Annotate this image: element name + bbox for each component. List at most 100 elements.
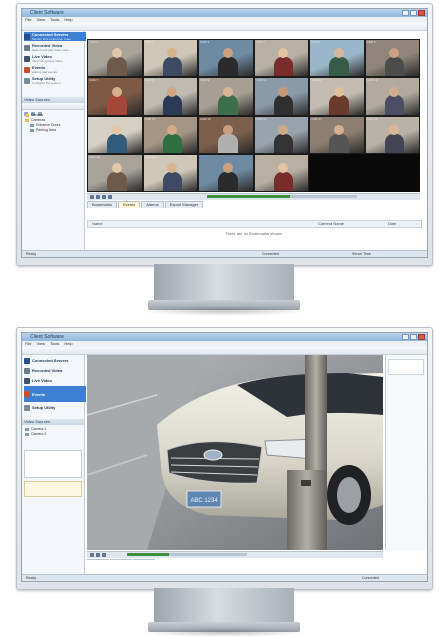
stop-icon[interactable] xyxy=(102,553,106,557)
sidebar-item-setup[interactable]: Setup Utility Configure the system xyxy=(24,76,86,85)
step-icon[interactable] xyxy=(108,195,112,199)
camera-tile[interactable]: CAM 20 xyxy=(142,153,198,192)
camera-tile[interactable]: CAM 2 xyxy=(142,39,198,78)
sidebar-item-connected-servers[interactable]: Connected Servers xyxy=(24,356,86,365)
camera-tile[interactable]: CAM 13 xyxy=(87,115,143,154)
pause-icon[interactable] xyxy=(96,553,100,557)
camera-tile[interactable]: CAM 10 xyxy=(253,77,309,116)
column-header[interactable]: Name xyxy=(92,221,103,227)
tree-item[interactable]: Camera 2 xyxy=(22,432,84,437)
maximize-button[interactable] xyxy=(410,334,417,340)
person-figure xyxy=(162,133,183,153)
camera-label: CAM 3 xyxy=(200,40,210,44)
person-figure xyxy=(107,171,127,191)
pause-icon[interactable] xyxy=(96,195,100,199)
sidebar-item-recorded-video[interactable]: Recorded Video xyxy=(24,366,86,375)
sidebar-item-events[interactable]: Events Alarms and events xyxy=(24,65,86,74)
person-head xyxy=(167,86,178,97)
close-button[interactable] xyxy=(418,10,425,16)
tab-alarms[interactable]: Alarms xyxy=(141,201,164,208)
person-figure xyxy=(162,95,183,115)
tab-export-manager[interactable]: Export Manager xyxy=(164,201,204,208)
status-right: Server Time xyxy=(352,252,371,256)
sidebar: Connected Servers Recorded Video Live Vi… xyxy=(22,355,86,575)
sidebar-item-label: Recorded Video xyxy=(32,368,63,373)
person-head xyxy=(222,163,233,174)
person-figure xyxy=(162,171,183,191)
play-icon[interactable] xyxy=(90,195,94,199)
video-view[interactable]: ABC 1234 xyxy=(87,355,383,550)
camera-tile[interactable]: CAM 15 xyxy=(198,115,254,154)
camera-tile[interactable]: CAM 4 xyxy=(253,39,309,78)
sidebar-item-events[interactable]: Events xyxy=(24,386,86,402)
sidebar-item-live-video[interactable]: Live Video View live camera video xyxy=(24,54,86,63)
top-monitor-neck xyxy=(154,264,294,302)
camera-tile[interactable]: CAM 17 xyxy=(309,115,365,154)
sidebar-item-recorded-video[interactable]: Recorded Video Search and play back video xyxy=(24,43,86,52)
camera-icon xyxy=(24,55,30,62)
camera-tile[interactable] xyxy=(253,153,309,192)
stop-icon[interactable] xyxy=(102,195,106,199)
camera-tile[interactable]: CAM 11 xyxy=(309,77,365,116)
playback-progress[interactable] xyxy=(127,553,247,556)
camera-tile[interactable]: CAM 3 xyxy=(198,39,254,78)
camera-icon xyxy=(25,427,29,431)
tab-c[interactable] xyxy=(133,559,155,560)
camera-tile[interactable]: CAM 16 xyxy=(253,115,309,154)
server-icon xyxy=(24,357,30,364)
server-icon xyxy=(24,33,30,40)
camera-tile[interactable]: CAM 19 xyxy=(87,153,143,192)
camera-tile[interactable] xyxy=(198,153,254,192)
camera-label: CAM 10 xyxy=(255,78,267,83)
sidebar-item-setup[interactable]: Setup Utility xyxy=(24,403,86,412)
person-figure xyxy=(218,57,238,77)
tree-item-label: Parking Area xyxy=(36,128,57,132)
camera-tile[interactable]: CAM 7 xyxy=(87,77,143,116)
tab-events[interactable]: Events xyxy=(118,201,141,208)
person-figure xyxy=(329,95,349,115)
tree-item[interactable]: Parking Area xyxy=(22,128,84,133)
sidebar-item-connected-servers[interactable]: Connected Servers Monitor and control liv… xyxy=(24,32,86,41)
camera-icon xyxy=(24,377,30,384)
toolbar xyxy=(22,347,427,360)
camera-label: CAM 16 xyxy=(255,116,267,121)
person-figure xyxy=(107,95,127,115)
person-figure xyxy=(162,57,183,77)
person-figure xyxy=(384,57,405,77)
camera-tile[interactable]: CAM 6 xyxy=(364,39,420,78)
details-panel xyxy=(24,450,82,478)
camera-tile[interactable]: CAM 14 xyxy=(142,115,198,154)
playback-progress[interactable] xyxy=(207,195,357,198)
table-header: Name Camera Name Date xyxy=(87,220,422,228)
bottom-monitor-screen: Client Software File View Tools Help Con… xyxy=(21,332,428,582)
play-icon[interactable] xyxy=(90,553,94,557)
camera-label: CAM 4 xyxy=(255,40,265,44)
close-button[interactable] xyxy=(418,334,425,340)
bottom-tabs: Bookmarks Events Alarms Export Manager xyxy=(87,201,204,208)
tab-b[interactable] xyxy=(110,559,132,560)
camera-label: CAM 1 xyxy=(89,40,99,44)
tree-item-label: Cameras xyxy=(31,118,46,122)
camera-tile[interactable]: CAM 5 xyxy=(309,39,365,78)
sidebar-item-live-video[interactable]: Live Video xyxy=(24,376,86,385)
camera-tile[interactable]: CAM 1 xyxy=(87,39,143,78)
sidebar-item-label: Setup Utility xyxy=(32,405,56,410)
camera-tile[interactable]: CAM 12 xyxy=(364,77,420,116)
tab-a[interactable] xyxy=(87,559,109,560)
person-figure xyxy=(107,57,127,77)
column-header[interactable]: Camera Name xyxy=(318,221,344,227)
column-header[interactable]: Date xyxy=(388,221,396,227)
camera-icon xyxy=(25,432,29,436)
person-head xyxy=(389,86,400,97)
camera-tile[interactable]: CAM 9 xyxy=(198,77,254,116)
tab-bookmarks[interactable]: Bookmarks xyxy=(87,201,118,208)
minimize-button[interactable] xyxy=(402,334,409,340)
minimize-button[interactable] xyxy=(402,10,409,16)
maximize-button[interactable] xyxy=(410,10,417,16)
tree-item-label: Servers xyxy=(31,113,44,117)
camera-tile[interactable]: CAM 8 xyxy=(142,77,198,116)
top-monitor-shadow xyxy=(140,306,308,316)
source-tree: Camera 1 Camera 2 xyxy=(22,427,84,437)
camera-tile[interactable]: CAM 18 xyxy=(364,115,420,154)
license-plate: ABC 1234 xyxy=(190,498,218,504)
